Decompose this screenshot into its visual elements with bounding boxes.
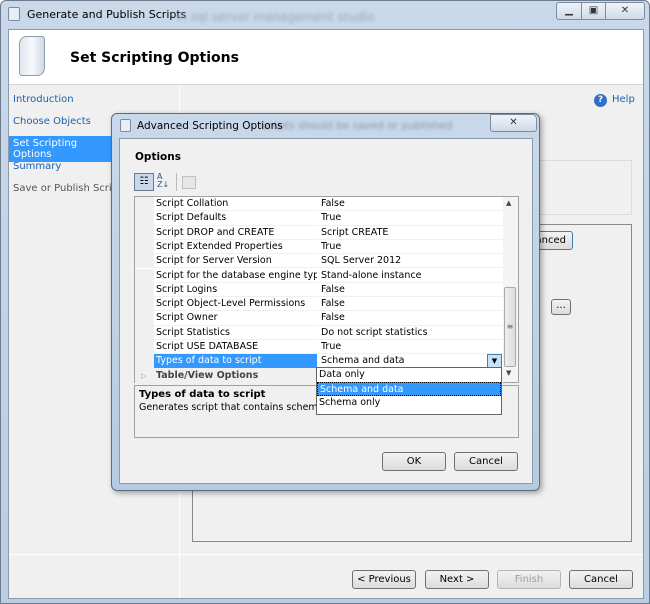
nav-summary[interactable]: Summary [13,161,61,172]
row-gutter [135,197,154,212]
types-dropdown-list[interactable]: Data only Schema and data Schema only [316,367,502,415]
blurred-background-text: scripts should be saved or published [260,120,453,132]
property-row[interactable]: Script Extended Properties True [135,239,503,255]
property-value[interactable]: Stand-alone instance [318,269,503,283]
toolbar-separator [176,173,177,191]
browse-button[interactable]: ... [551,299,571,315]
scroll-thumb[interactable]: ≡ [504,287,516,367]
dropdown-option-data-only[interactable]: Data only [317,368,501,382]
finish-button: Finish [497,570,561,589]
property-pages-icon [182,176,196,189]
ok-button[interactable]: OK [382,452,446,471]
property-value[interactable]: True [318,340,503,355]
property-name: Script Defaults [154,211,317,226]
property-name: Script Logins [154,283,317,298]
nav-introduction[interactable]: Introduction [13,94,74,105]
property-row[interactable]: Script Collation False [135,197,503,212]
close-button[interactable]: ✕ [605,2,645,20]
property-name: Script USE DATABASE [154,340,317,355]
property-value[interactable]: False [318,311,503,326]
dialog-client: Options ☷ A Z↓ Script Collation False Scr… [119,138,533,484]
property-row[interactable]: Script DROP and CREATE Script CREATE [135,225,503,240]
category-name: Table/View Options [154,368,317,383]
row-gutter [135,239,154,255]
expand-icon[interactable]: ▷ [135,368,154,383]
scrollbar[interactable]: ▲ ≡ ▼ [503,197,518,382]
row-gutter [135,254,154,269]
scroll-icon [120,119,131,132]
row-gutter [135,268,154,283]
property-name: Script Statistics [154,326,317,340]
footer-divider [9,554,643,555]
dropdown-option-schema-and-data[interactable]: Schema and data [317,382,501,396]
property-name: Script Object-Level Permissions [154,297,317,312]
dialog-cancel-button[interactable]: Cancel [454,452,518,471]
page-title: Set Scripting Options [70,50,239,66]
property-row[interactable]: Script Object-Level Permissions False [135,297,503,312]
property-value[interactable]: Script CREATE [318,226,503,240]
property-value[interactable]: False [318,297,503,312]
property-value[interactable]: True [318,211,503,226]
sort-alphabetical-icon[interactable]: A Z↓ [157,173,171,191]
options-label: Options [135,151,181,163]
row-gutter [135,311,154,326]
background-text: in sql server management studio [176,10,375,24]
scroll-icon [19,36,45,76]
row-gutter [135,325,154,340]
property-value[interactable]: Do not script statistics [318,326,503,340]
dropdown-option-schema-only[interactable]: Schema only [317,396,501,410]
property-value[interactable]: SQL Server 2012 [318,254,503,269]
window-title: Generate and Publish Scripts [27,8,187,21]
property-row[interactable]: Script USE DATABASE True [135,340,503,355]
property-row[interactable]: Script for the database engine type Stan… [135,268,503,283]
scroll-icon [8,7,20,21]
property-name: Script Collation [154,197,317,212]
property-name: Script for Server Version [154,254,317,269]
dialog-close-button[interactable]: ✕ [490,114,537,132]
property-value[interactable]: False [318,283,503,298]
categorized-icon[interactable]: ☷ [134,173,154,191]
property-name: Script Extended Properties [154,240,317,255]
row-gutter [135,297,154,312]
property-name: Script for the database engine type [154,269,317,283]
cancel-button[interactable]: Cancel [569,570,633,589]
help-link[interactable]: Help [612,94,635,105]
property-name: Script DROP and CREATE [154,226,317,240]
row-gutter [135,225,154,240]
property-row[interactable]: Script Logins False [135,282,503,298]
scroll-up-icon[interactable]: ▲ [506,199,511,207]
maximize-button[interactable]: ▣ [581,2,606,20]
header: Set Scripting Options [9,30,643,85]
scroll-down-icon[interactable]: ▼ [506,369,511,377]
row-gutter [135,282,154,298]
dialog-title: Advanced Scripting Options [137,120,283,132]
next-button[interactable]: Next > [425,570,489,589]
property-row[interactable]: Script for Server Version SQL Server 201… [135,254,503,269]
property-row[interactable]: Script Owner False [135,311,503,326]
previous-button[interactable]: < Previous [352,570,416,589]
property-value[interactable]: False [318,197,503,212]
property-row[interactable]: Script Statistics Do not script statisti… [135,325,503,340]
description-title: Types of data to script [139,389,266,400]
minimize-button[interactable]: ▁ [556,2,582,20]
nav-choose-objects[interactable]: Choose Objects [13,116,91,127]
property-name: Types of data to script [154,354,317,369]
row-gutter [135,340,154,355]
nav-set-scripting-options[interactable]: Set Scripting Options [9,136,113,162]
property-grid[interactable]: Script Collation False Script Defaults T… [134,196,519,383]
row-gutter [135,354,154,369]
property-row[interactable]: Script Defaults True [135,211,503,226]
property-value[interactable]: True [318,240,503,255]
row-gutter [135,211,154,226]
help-icon[interactable]: ? [594,94,607,107]
advanced-scripting-options-dialog: scripts should be saved or published Adv… [111,113,540,491]
property-name: Script Owner [154,311,317,326]
